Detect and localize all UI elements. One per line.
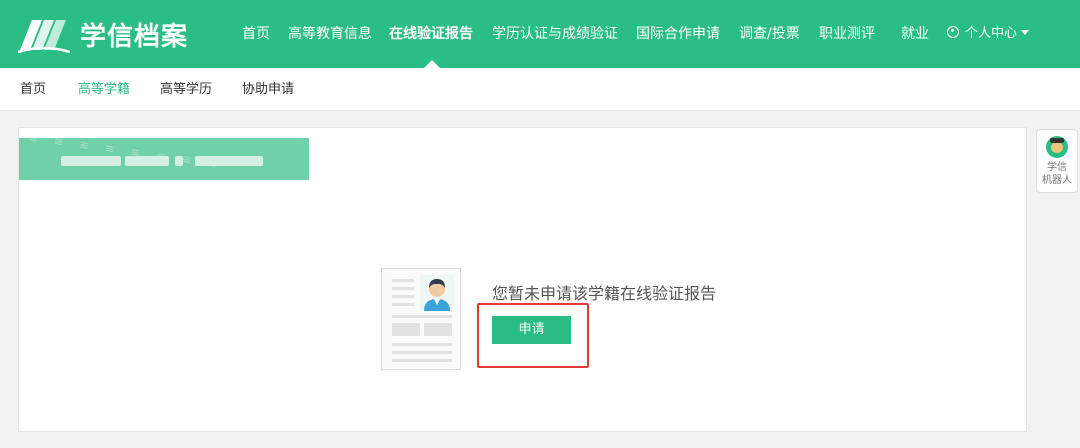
- blurred-text: [125, 156, 169, 166]
- watermark-pattern: ≋ ≋ ≋ ≋ ≋ ≋ ≋ ≋: [26, 138, 225, 172]
- content-card: ≋ ≋ ≋ ≋ ≋ ≋ ≋ ≋ 您暂未申请该学籍在线验证报告 申请: [18, 127, 1027, 432]
- subnav-higher-enrollment[interactable]: 高等学籍: [78, 68, 130, 111]
- subnav-higher-degree[interactable]: 高等学历: [160, 68, 212, 111]
- user-center-menu[interactable]: 个人中心: [947, 0, 1030, 68]
- blurred-text: [61, 156, 121, 166]
- nav-degree-certification[interactable]: 学历认证与成绩验证: [492, 0, 618, 68]
- chevron-down-icon: [1021, 30, 1030, 35]
- blurred-text: [195, 156, 263, 166]
- book-logo-icon: [18, 20, 70, 54]
- chatbot-label: 学信 机器人: [1042, 162, 1072, 186]
- avatar-icon: [420, 275, 454, 311]
- student-info-banner: ≋ ≋ ≋ ≋ ≋ ≋ ≋ ≋: [19, 138, 309, 180]
- nav-higher-education-info[interactable]: 高等教育信息: [288, 0, 372, 68]
- nav-international-cooperation[interactable]: 国际合作申请: [636, 0, 720, 68]
- site-logo[interactable]: 学信档案: [18, 14, 188, 54]
- user-icon: [947, 26, 959, 38]
- document-illustration-icon: [381, 268, 461, 370]
- nav-career-assessment[interactable]: 职业测评: [819, 0, 875, 68]
- no-report-message: 您暂未申请该学籍在线验证报告: [492, 284, 717, 303]
- top-nav: 学信档案 首页 高等教育信息 在线验证报告 学历认证与成绩验证 国际合作申请 调…: [0, 0, 1080, 68]
- active-nav-indicator: [424, 60, 440, 68]
- nav-online-verification-report[interactable]: 在线验证报告: [389, 0, 473, 68]
- nav-home[interactable]: 首页: [242, 0, 270, 68]
- sub-nav: 首页 高等学籍 高等学历 协助申请: [0, 68, 1080, 111]
- subnav-home[interactable]: 首页: [20, 68, 46, 111]
- nav-employment[interactable]: 就业: [901, 0, 929, 68]
- subnav-assist-apply[interactable]: 协助申请: [242, 68, 294, 111]
- highlight-box: [477, 303, 589, 368]
- robot-avatar-icon: [1046, 136, 1068, 158]
- site-title: 学信档案: [80, 21, 189, 52]
- chatbot-button[interactable]: 学信 机器人: [1036, 129, 1078, 193]
- nav-survey-vote[interactable]: 调查/投票: [739, 0, 800, 68]
- blurred-text: [175, 156, 183, 166]
- user-center-label: 个人中心: [965, 26, 1018, 41]
